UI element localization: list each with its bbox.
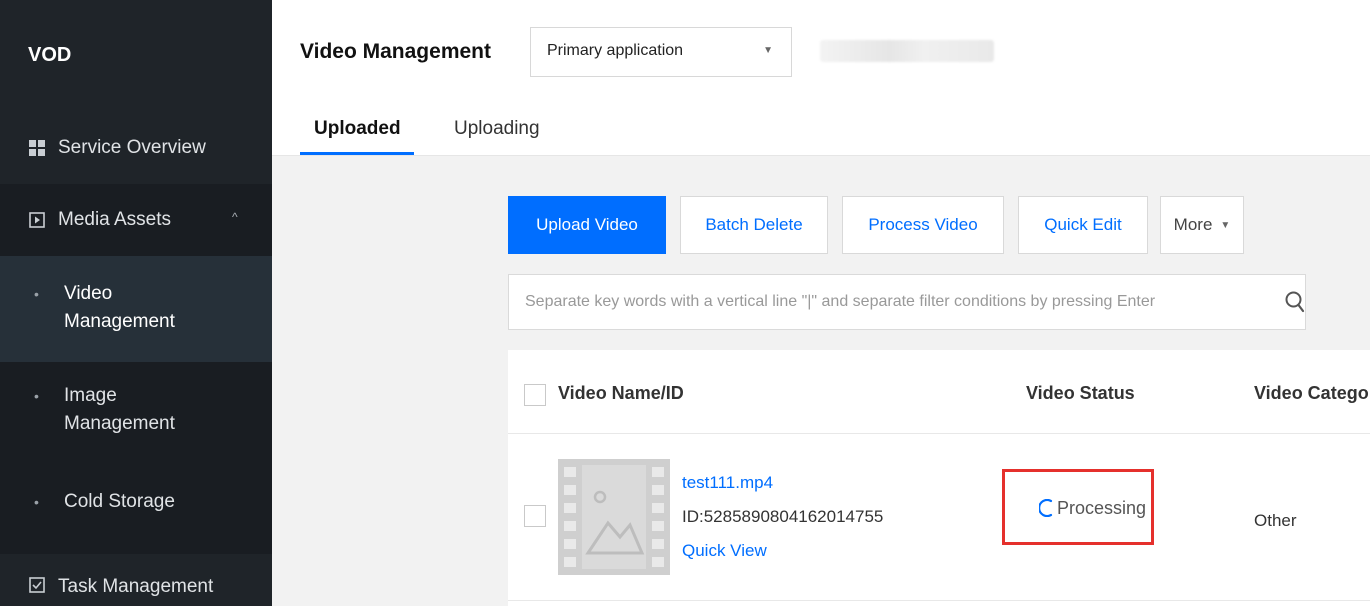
sidebar-item-cold-storage[interactable]: • Cold Storage: [0, 454, 272, 554]
batch-delete-button[interactable]: Batch Delete: [680, 196, 828, 254]
upload-video-button[interactable]: Upload Video: [508, 196, 666, 254]
active-tab-indicator: [300, 152, 414, 155]
quick-edit-button[interactable]: Quick Edit: [1018, 196, 1148, 254]
checkbox-icon: [28, 576, 46, 594]
search-icon[interactable]: [1284, 290, 1306, 314]
status-highlight: Processing: [1002, 469, 1154, 545]
page-title: Video Management: [300, 40, 491, 63]
column-header-name[interactable]: Video Name/ID: [558, 383, 684, 404]
table-header: Video Name/ID Video Status Video Catego: [508, 350, 1370, 434]
process-video-button[interactable]: Process Video: [842, 196, 1004, 254]
sidebar-item-label: Image Management: [64, 385, 175, 434]
app-id-redacted: [820, 40, 994, 62]
application-select[interactable]: Primary application ▼: [530, 27, 792, 77]
grid-icon: [28, 139, 46, 157]
tab-uploading[interactable]: Uploading: [454, 118, 540, 140]
status-badge: Processing: [1057, 498, 1147, 518]
bullet-icon: •: [34, 286, 39, 302]
sidebar-item-label: Task Management: [58, 576, 214, 597]
bullet-icon: •: [34, 494, 39, 510]
quick-view-link[interactable]: Quick View: [682, 541, 767, 561]
bullet-icon: •: [34, 388, 39, 404]
video-name-link[interactable]: test111.mp4: [682, 473, 773, 493]
column-header-category[interactable]: Video Catego: [1254, 383, 1369, 404]
search-input[interactable]: Separate key words with a vertical line …: [508, 274, 1306, 330]
video-table: Video Name/ID Video Status Video Catego: [508, 350, 1370, 606]
table-row: test111.mp4 ID:5285890804162014755 Quick…: [508, 435, 1370, 601]
sidebar-item-label: Media Assets: [58, 209, 171, 230]
sidebar: VOD Service Overview Media Assets ^ • Vi…: [0, 0, 272, 606]
sidebar-item-label: Video Management: [64, 283, 175, 332]
chevron-down-icon: ▼: [763, 45, 773, 56]
tab-uploaded[interactable]: Uploaded: [314, 118, 401, 140]
chevron-up-icon[interactable]: ^: [232, 210, 238, 224]
main-content: Upload Video Batch Delete Process Video …: [272, 156, 1370, 606]
row-divider: [508, 600, 1370, 601]
video-placeholder-icon[interactable]: [558, 459, 670, 575]
sidebar-item-service-overview[interactable]: Service Overview: [0, 112, 272, 184]
sidebar-item-label: Service Overview: [58, 137, 206, 158]
sidebar-item-image-management[interactable]: • Image Management: [0, 362, 272, 454]
video-category: Other: [1254, 511, 1297, 530]
page-header: Video Management Primary application ▼ U…: [272, 0, 1370, 156]
sidebar-item-label: Cold Storage: [64, 491, 175, 512]
play-square-icon: [28, 211, 46, 229]
column-header-status[interactable]: Video Status: [1026, 383, 1135, 404]
chevron-down-icon: ▼: [1220, 219, 1231, 231]
more-button-label: More: [1173, 215, 1213, 234]
spinner-icon: [1038, 498, 1055, 518]
sidebar-item-task-management[interactable]: Task Management: [0, 554, 272, 606]
application-select-value: Primary application: [547, 42, 684, 59]
brand-logo: VOD: [28, 44, 72, 66]
video-id: ID:5285890804162014755: [682, 507, 884, 526]
sidebar-item-media-assets[interactable]: Media Assets ^: [0, 184, 272, 256]
select-all-checkbox[interactable]: [524, 384, 546, 406]
row-checkbox[interactable]: [524, 505, 546, 527]
more-button[interactable]: More ▼: [1160, 196, 1244, 254]
sidebar-item-video-management[interactable]: • Video Management: [0, 256, 272, 362]
